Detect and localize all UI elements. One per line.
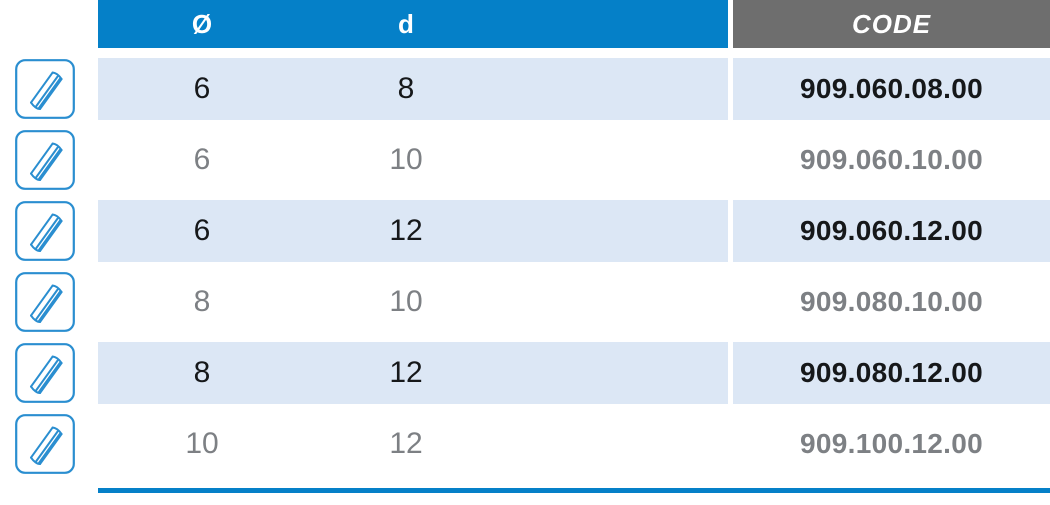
cell-code: 909.100.12.00 (800, 428, 983, 459)
cell-d: 12 (389, 356, 423, 389)
cell-d: 10 (389, 285, 423, 318)
cell-diameter: 8 (193, 356, 211, 389)
cell-d: 12 (389, 214, 423, 247)
cell-diameter: 8 (193, 285, 211, 318)
grooved-cylinder-icon (15, 130, 75, 190)
table-row[interactable]: 8 10 909.080.10.00 (0, 271, 1050, 333)
row-icon-cell[interactable] (14, 271, 82, 333)
cell-code: 909.060.08.00 (800, 73, 983, 104)
grooved-cylinder-icon (15, 201, 75, 261)
cell-d: 10 (389, 143, 423, 176)
table-row[interactable]: 10 12 909.100.12.00 (0, 413, 1050, 475)
row-icon-cell[interactable] (14, 58, 82, 120)
cell-code: 909.080.12.00 (800, 357, 983, 388)
cell-d: 12 (389, 427, 423, 460)
grooved-cylinder-icon (15, 343, 75, 403)
code-header-block: CODE (733, 0, 1050, 48)
cell-d: 8 (397, 72, 415, 105)
column-header-d: d (398, 9, 414, 39)
row-icon-cell[interactable] (14, 200, 82, 262)
cell-diameter: 6 (193, 214, 211, 247)
column-header-diameter: Ø (191, 9, 213, 39)
dimension-header-block: Ø d (98, 0, 728, 48)
cell-diameter: 6 (193, 143, 211, 176)
table-row[interactable]: 6 10 909.060.10.00 (0, 129, 1050, 191)
row-icon-cell[interactable] (14, 413, 82, 475)
cell-code: 909.080.10.00 (800, 286, 983, 317)
table-row[interactable]: 6 8 909.060.08.00 (0, 58, 1050, 120)
product-specification-table: Ø d CODE 6 8 909.060.08.00 6 10 909.060.… (0, 0, 1050, 505)
grooved-cylinder-icon (15, 59, 75, 119)
table-header-row: Ø d CODE (0, 0, 1050, 48)
row-icon-cell[interactable] (14, 129, 82, 191)
column-header-code: CODE (851, 9, 932, 39)
grooved-cylinder-icon (15, 272, 75, 332)
cell-diameter: 6 (193, 72, 211, 105)
table-row[interactable]: 8 12 909.080.12.00 (0, 342, 1050, 404)
table-bottom-rule (98, 488, 1050, 493)
table-row[interactable]: 6 12 909.060.12.00 (0, 200, 1050, 262)
row-icon-cell[interactable] (14, 342, 82, 404)
cell-code: 909.060.12.00 (800, 215, 983, 246)
grooved-cylinder-icon (15, 414, 75, 474)
cell-diameter: 10 (185, 427, 219, 460)
cell-code: 909.060.10.00 (800, 144, 983, 175)
